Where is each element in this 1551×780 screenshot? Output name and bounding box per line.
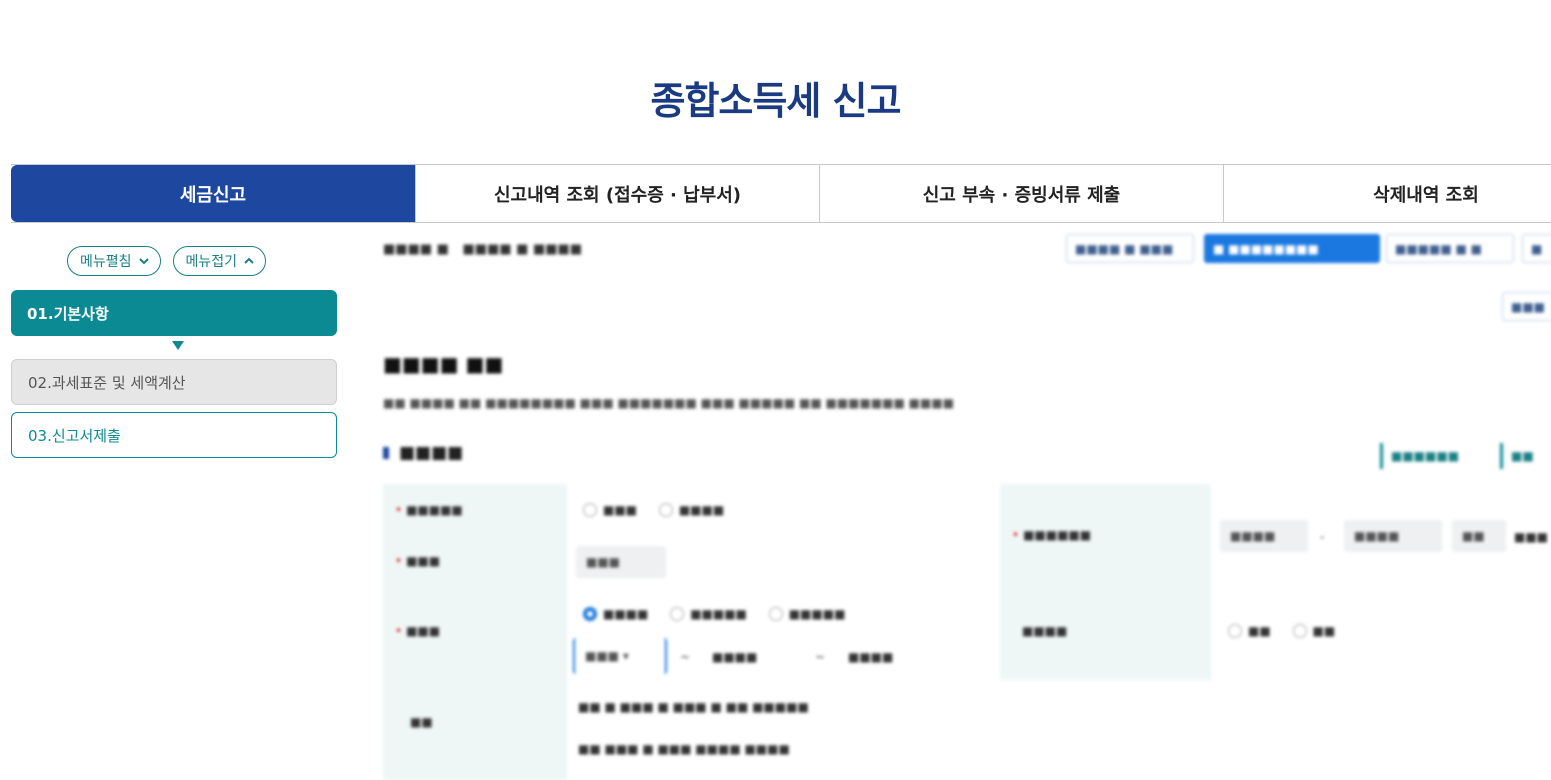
id-button[interactable]: ■■ (1452, 520, 1506, 552)
tab-tax-filing[interactable]: 세금신고 (11, 165, 415, 222)
subsection-button-2[interactable]: ■■ (1500, 443, 1534, 469)
radio-icon[interactable] (670, 607, 685, 621)
id-separator: - (1320, 530, 1325, 544)
period-value-1: ■■■■ (712, 650, 758, 664)
subsection-title-blurred: ■■■■ (383, 443, 463, 463)
header-button-4[interactable]: ■ (1522, 234, 1551, 263)
period-value-2: ■■■■ (848, 650, 894, 664)
menu-toggles: 메뉴펼침 메뉴접기 (67, 246, 267, 276)
year-select[interactable]: ■■■ (576, 546, 666, 578)
address-line-2: ■■ ■■■ ■ ■■■ ■■■■ ■■■■ (578, 742, 790, 756)
radio-selected-icon[interactable] (583, 607, 597, 621)
period-separator: ~ (680, 650, 691, 664)
page-title: 종합소득세 신고 (650, 79, 902, 123)
main-tabs: 세금신고 신고내역 조회 (접수증 · 납부서) 신고 부속 · 증빙서류 제출… (11, 164, 1551, 223)
tab-deleted-history[interactable]: 삭제내역 조회 (1223, 165, 1551, 222)
step-arrow-icon (172, 341, 184, 350)
menu-collapse-button[interactable]: 메뉴접기 (172, 246, 267, 276)
field-label-2: • ■■■ (395, 554, 441, 568)
header-button-primary[interactable]: ■ ■■■■■■■■ (1204, 234, 1380, 263)
id-input-1[interactable]: ■■■■ (1220, 520, 1308, 552)
radio-icon[interactable] (583, 503, 597, 517)
section-description-blurred: ■■ ■■■■ ■■ ■■■■■■■■ ■■■ ■■■■■■■ ■■■ ■■■■… (383, 396, 955, 410)
header-button-1[interactable]: ■■■■ ■ ■■■ (1066, 234, 1194, 263)
field-label-right-2: ■■■■ (1022, 624, 1068, 638)
radio-group-2[interactable]: ■■■■ ■■■■■ ■■■■■ (583, 607, 863, 624)
address-line-1: ■■ ■ ■■■ ■ ■■■ ■ ■■ ■■■■■ (578, 700, 809, 714)
radio-icon[interactable] (768, 607, 783, 621)
field-label-3: • ■■■ (395, 624, 441, 638)
period-select[interactable]: ■■■ ▾ (573, 638, 667, 674)
chevron-up-icon (244, 257, 254, 264)
field-label-4: ■■ (410, 715, 433, 729)
subsection-button-1[interactable]: ■■■■■■ (1380, 443, 1459, 469)
id-masked-text: ■■■ (1514, 530, 1549, 544)
radio-icon[interactable] (1292, 624, 1307, 638)
step-submit[interactable]: 03.신고서제출 (11, 412, 337, 458)
header-info-blurred: ■■■■ ■ ■■■■ ■ ■■■■ (383, 242, 583, 257)
menu-collapse-label: 메뉴접기 (185, 254, 238, 270)
form-label-column-right (1000, 484, 1211, 680)
section-title-blurred: ■■■■ ■■ (383, 352, 504, 376)
period-separator-2: ~ (815, 650, 826, 664)
step-tax-calculation[interactable]: 02.과세표준 및 세액계산 (11, 359, 337, 405)
section-marker-icon (383, 447, 389, 459)
side-link-button[interactable]: ■■■ (1502, 292, 1551, 321)
step-basic-info[interactable]: 01.기본사항 (11, 290, 337, 336)
menu-expand-button[interactable]: 메뉴펼침 (67, 246, 161, 276)
field-label-1: • ■■■■■ (395, 503, 463, 517)
radio-icon[interactable] (658, 503, 673, 517)
field-label-right-1: • ■■■■■■ (1012, 528, 1092, 542)
menu-expand-label: 메뉴펼침 (80, 254, 132, 270)
chevron-down-icon (138, 258, 149, 265)
radio-group-1[interactable]: ■■■ ■■■■ (583, 503, 742, 520)
radio-icon[interactable] (1228, 624, 1242, 638)
header-button-3[interactable]: ■■■■■ ■ ■ (1386, 234, 1514, 263)
id-input-2[interactable]: ■■■■ (1344, 520, 1442, 552)
tab-filing-history[interactable]: 신고내역 조회 (접수증 · 납부서) (415, 165, 819, 222)
tab-attachments[interactable]: 신고 부속 · 증빙서류 제출 (819, 165, 1223, 222)
radio-group-right[interactable]: ■■ ■■ (1228, 624, 1353, 641)
